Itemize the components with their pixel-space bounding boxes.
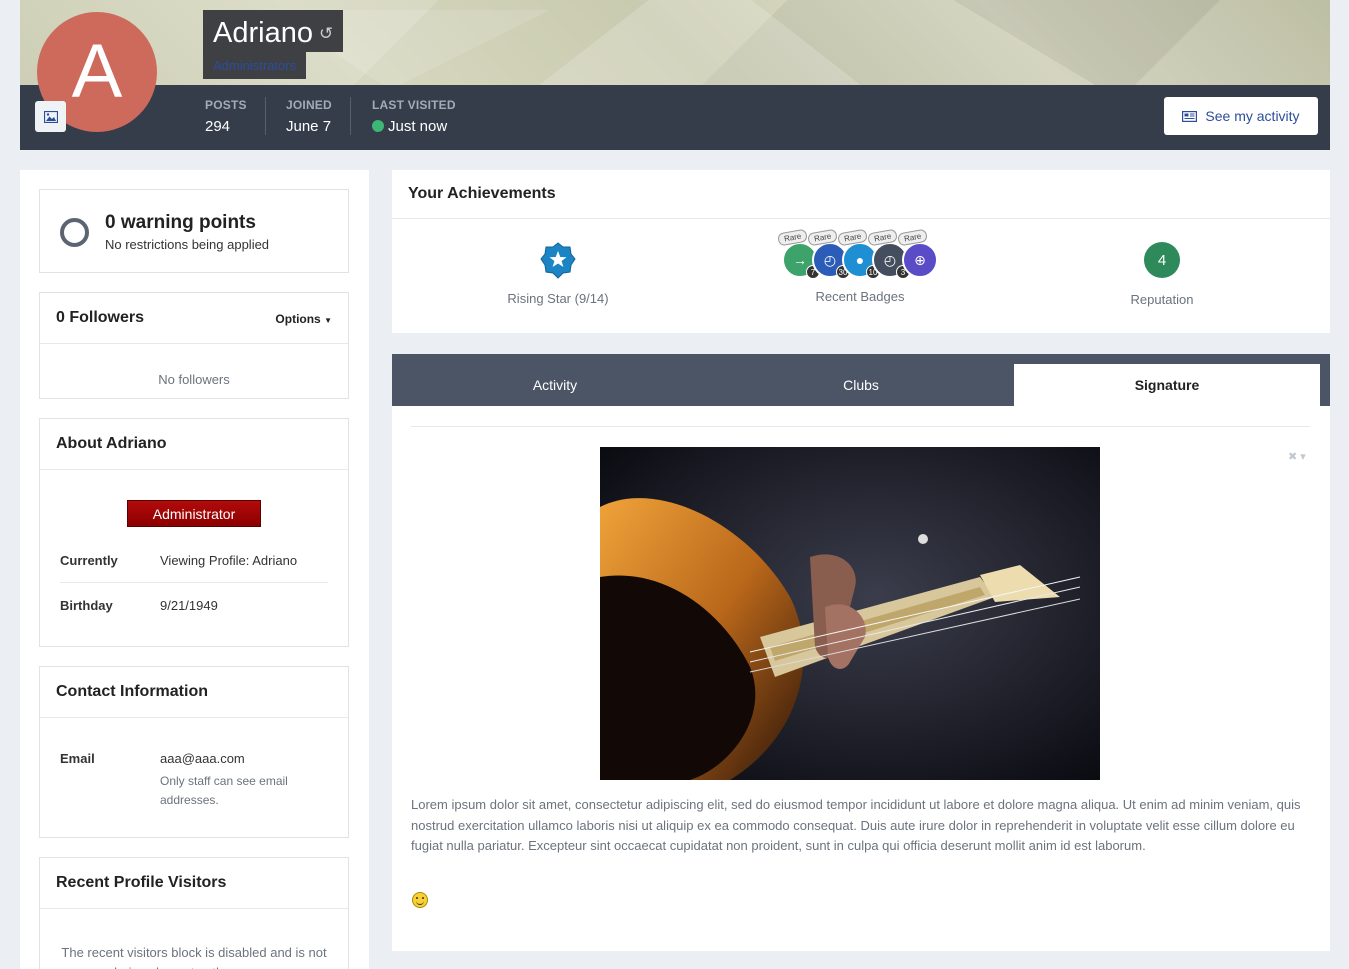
reputation-count: 4	[1144, 242, 1180, 278]
profile-content: Activity Clubs Signature ✖ ▾ Lorem ipsum…	[392, 354, 1330, 951]
visitors-title: Recent Profile Visitors	[40, 858, 348, 909]
online-indicator	[372, 120, 384, 132]
about-title: About Adriano	[40, 419, 348, 470]
recent-badges[interactable]: → Rare 7 ◴ Rare 30 ● Rare 10 ◴ Rare 3 ⊕ Rare Rece…	[777, 228, 943, 304]
contact-box: Contact Information Email aaa@aaa.com Onl…	[39, 666, 349, 838]
star-rank-icon	[540, 242, 576, 279]
signature-guitar-image	[600, 447, 1100, 780]
caret-down-icon: ▼	[324, 316, 332, 325]
cover-photo-button[interactable]	[35, 101, 66, 132]
smile-emoji-icon	[412, 892, 428, 908]
email-note: Only staff can see email addresses.	[160, 774, 288, 807]
stat-last-visited: LAST VISITED Just now	[372, 98, 456, 135]
name-history-icon[interactable]: ↺	[319, 24, 333, 44]
guitar-photo	[600, 447, 1100, 780]
rank-achievement[interactable]: Rising Star (9/14)	[498, 242, 618, 306]
achievements-box: Your Achievements Rising Star (9/14) → Ra…	[392, 170, 1330, 333]
role-tag: Administrator	[127, 500, 261, 527]
reputation-achievement[interactable]: 4 Reputation	[1112, 242, 1212, 307]
achievements-title: Your Achievements	[392, 170, 1330, 219]
warning-ring-icon	[60, 218, 89, 247]
contact-title: Contact Information	[40, 667, 348, 718]
tab-activity[interactable]: Activity	[402, 364, 708, 406]
badge-plus-icon: ⊕ Rare	[897, 228, 938, 278]
profile-name: Adriano ↺	[203, 10, 344, 52]
profile-sidebar: 0 warning points No restrictions being a…	[20, 170, 369, 969]
see-activity-button[interactable]: See my activity	[1164, 97, 1318, 135]
profile-group: Administrators	[203, 52, 307, 79]
stat-posts: POSTS 294	[205, 98, 247, 135]
badge-stack: → Rare 7 ◴ Rare 30 ● Rare 10 ◴ Rare 3 ⊕ Rare	[777, 228, 943, 280]
about-box: About Adriano Administrator Currently Vi…	[39, 418, 349, 647]
tab-clubs[interactable]: Clubs	[708, 364, 1014, 406]
newspaper-icon	[1182, 110, 1198, 122]
followers-box: 0 Followers Options ▼ No followers	[39, 292, 349, 399]
visitors-disabled-text: The recent visitors block is disabled an…	[61, 945, 327, 969]
warning-points-box: 0 warning points No restrictions being a…	[39, 189, 349, 273]
tab-signature[interactable]: Signature	[1014, 364, 1320, 406]
profile-tabs: Activity Clubs Signature	[392, 354, 1330, 406]
followers-options-button[interactable]: Options ▼	[275, 312, 332, 326]
no-followers-text: No followers	[158, 372, 230, 387]
visitors-box: Recent Profile Visitors The recent visit…	[39, 857, 349, 969]
email-value: aaa@aaa.com	[160, 751, 245, 766]
signature-options-icon[interactable]: ✖ ▾	[1288, 450, 1306, 463]
stat-joined: JOINED June 7	[286, 98, 332, 135]
signature-text: Lorem ipsum dolor sit amet, consectetur …	[411, 797, 1301, 853]
image-icon	[43, 110, 58, 123]
